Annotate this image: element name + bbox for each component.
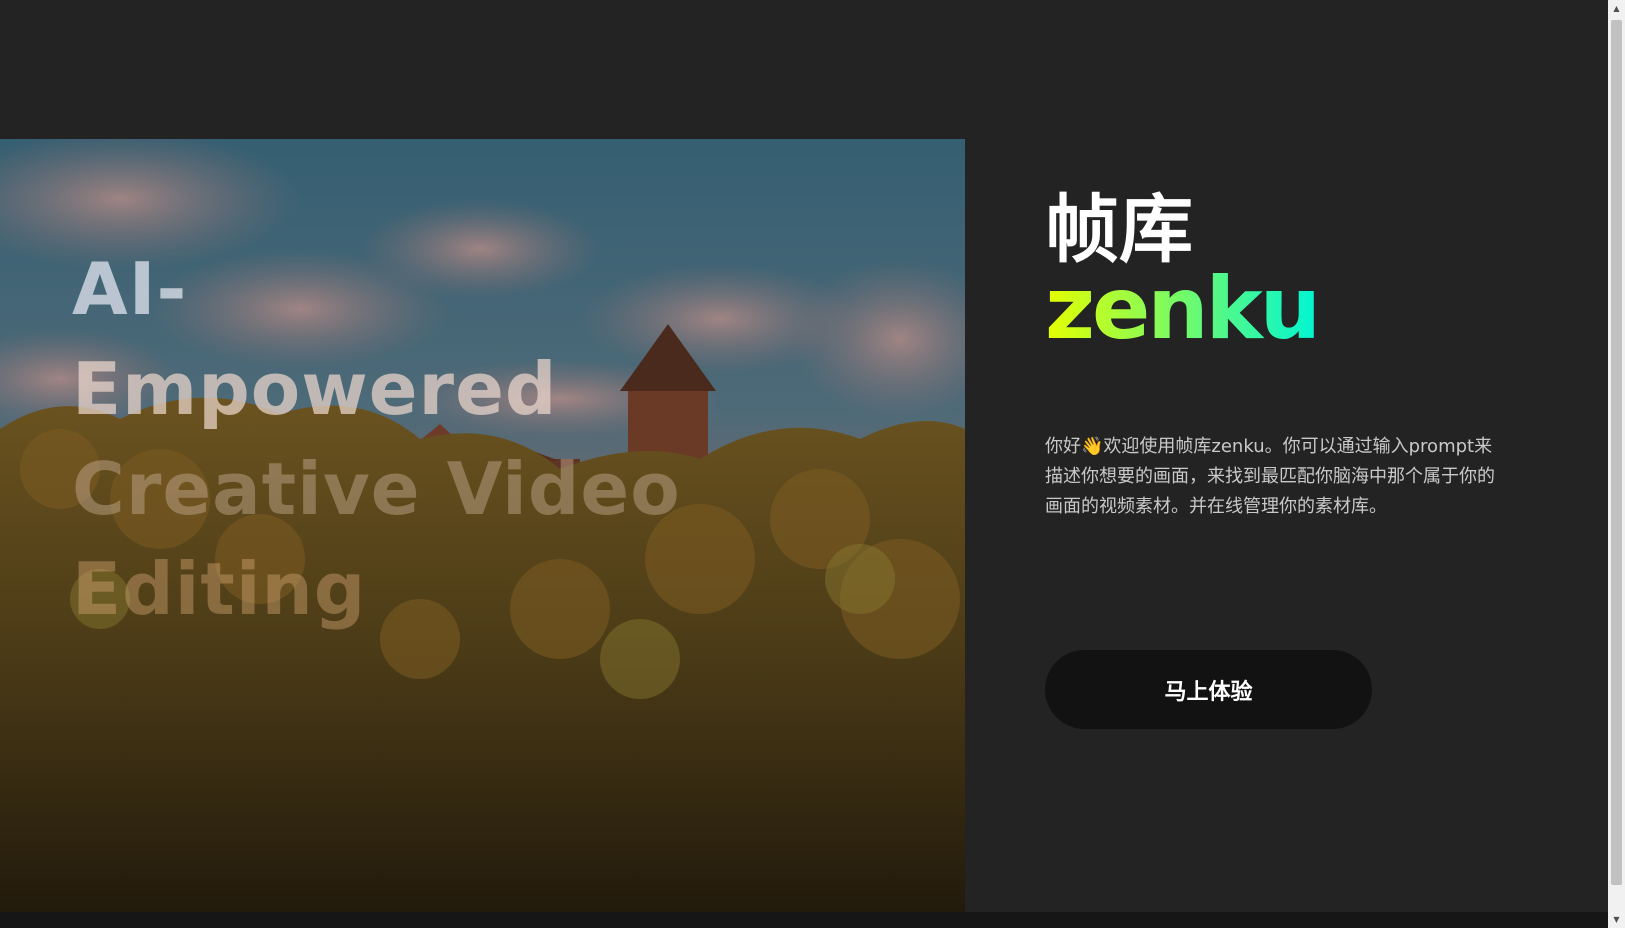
headline-line-4: Editing: [72, 547, 367, 631]
headline-line-2: Empowered: [72, 347, 558, 431]
intro-text: 你好👋欢迎使用帧库zenku。你可以通过输入prompt来描述你想要的画面，来找…: [1045, 436, 1495, 517]
zenku-logo: zenku: [1045, 270, 1315, 350]
logo-text: zenku: [1045, 270, 1315, 350]
try-now-button[interactable]: 马上体验: [1045, 650, 1372, 729]
brand-name: 帧库: [1045, 187, 1193, 273]
scrollbar-thumb[interactable]: [1611, 20, 1622, 885]
headline-line-1: AI-: [72, 247, 188, 331]
bottom-edge: [0, 912, 1608, 928]
hero-headline: AI- Empowered Creative Video Editing: [72, 239, 712, 639]
vertical-scrollbar[interactable]: ▲ ▼: [1608, 0, 1625, 928]
headline-line-3: Creative Video: [72, 447, 681, 531]
hero-image: AI- Empowered Creative Video Editing: [0, 139, 965, 912]
scroll-down-arrow-icon[interactable]: ▼: [1608, 911, 1625, 928]
scroll-up-arrow-icon[interactable]: ▲: [1608, 0, 1625, 17]
